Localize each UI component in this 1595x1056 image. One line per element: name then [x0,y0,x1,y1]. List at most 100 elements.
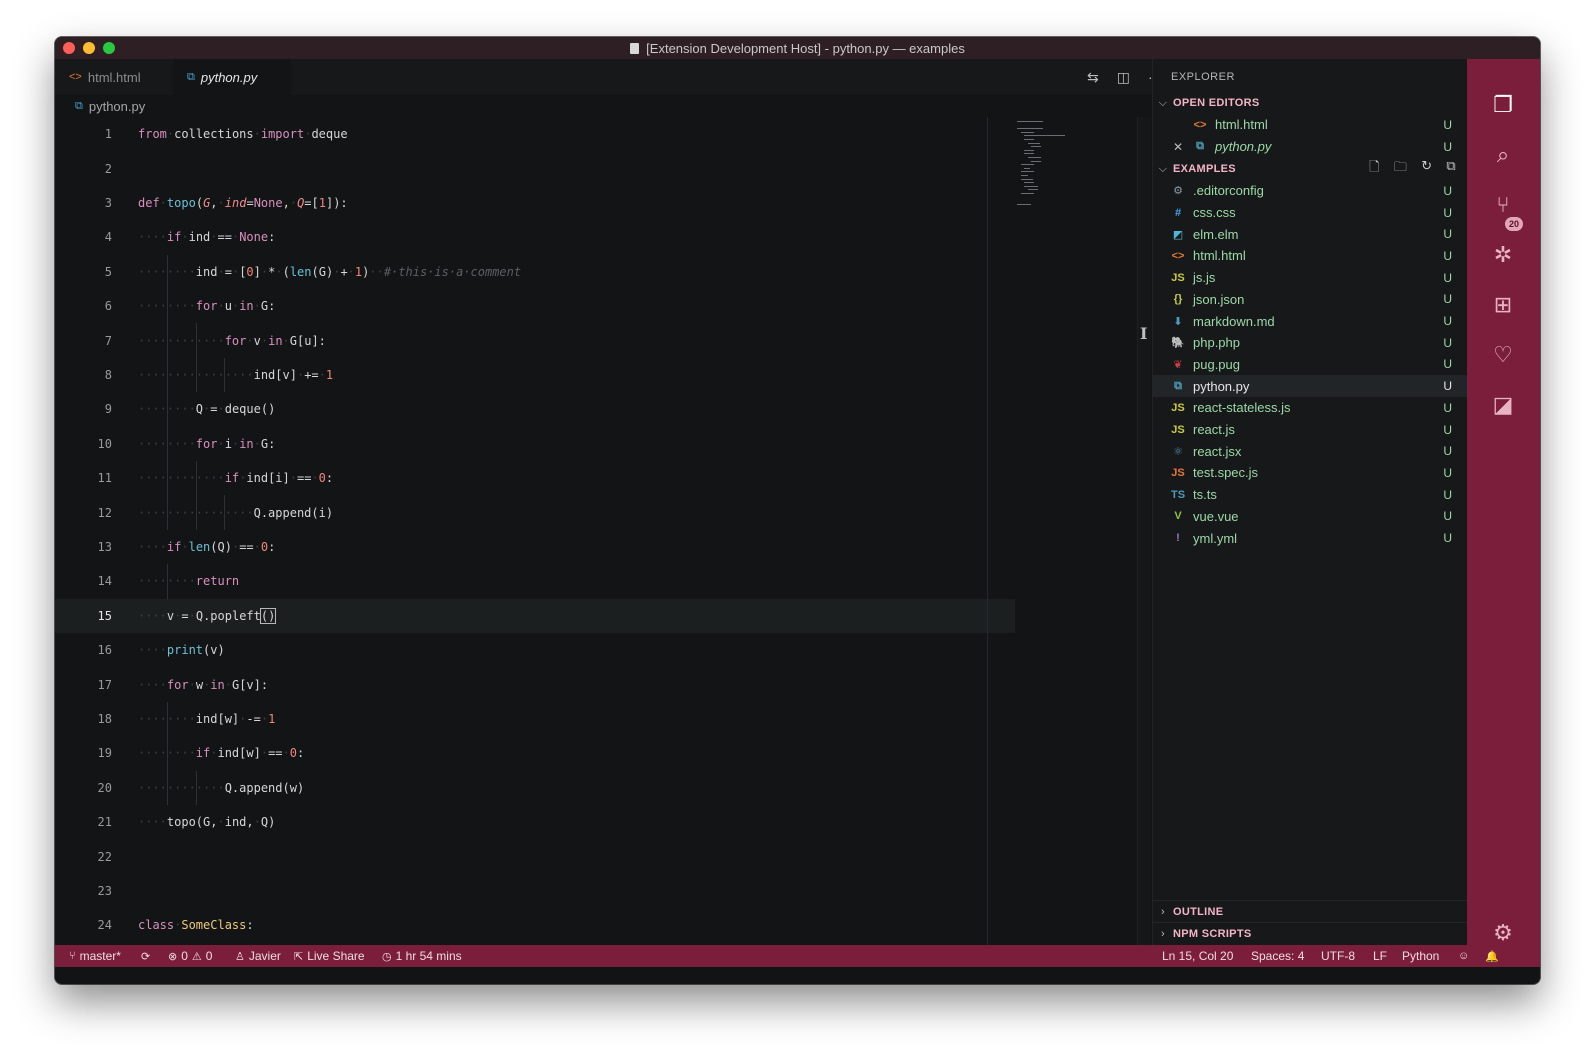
tab-python[interactable]: ⧉ python.py [173,59,291,95]
file-name: js.js [1193,270,1216,286]
file-tree-item[interactable]: TS ts.ts U [1153,484,1468,506]
code-line[interactable]: 2 [55,151,1015,185]
minimap-line [1020,131,1035,133]
live-share-icon[interactable]: ♡ [1489,341,1517,369]
minimap[interactable] [1017,117,1137,237]
code-line[interactable]: 17 ····for·w·in·G[v]: [55,667,1015,701]
js-file-icon: JS [1171,271,1185,284]
editor-group: <> html.html ⧉ python.py ⇆ ◫ ··· ⧉ pytho… [55,59,1170,945]
new-file-icon[interactable]: 🗋 [1369,158,1380,180]
feedback-button[interactable]: ☺ [1458,945,1469,967]
close-icon[interactable]: ✕ [1173,140,1183,154]
source-control-icon[interactable]: ⑂ [1489,191,1517,219]
code-text: ····if·ind·==·None: [138,230,276,245]
code-line[interactable]: 21 ····topo(G,·ind,·Q) [55,805,1015,839]
code-line[interactable]: 3 def·topo(G,·ind=None,·Q=[1]): [55,186,1015,220]
eol-status[interactable]: LF [1373,945,1387,967]
file-tree-item[interactable]: ⚛ react.jsx U [1153,440,1468,462]
code-line[interactable]: 18 ········ind[w]·-=·1 [55,702,1015,736]
file-tree-item[interactable]: ⧉ python.py U [1153,375,1468,397]
files-icon[interactable]: ❐ [1489,91,1517,119]
file-tree-item[interactable]: ⬇ markdown.md U [1153,310,1468,332]
search-icon[interactable]: ⌕ [1489,141,1517,169]
vertical-scrollbar[interactable] [1137,117,1151,945]
sync-button[interactable]: ⟳ [141,945,150,967]
file-tree-item[interactable]: # css.css U [1153,202,1468,224]
minimap-line [1027,142,1041,144]
indentation-status[interactable]: Spaces: 4 [1251,945,1304,967]
remote-icon[interactable]: ◪ [1489,391,1517,419]
chevron-down-icon: ⌵ [1158,96,1168,109]
tab-html[interactable]: <> html.html [55,59,173,95]
git-branch[interactable]: ⑂ master* [69,945,121,967]
gear-icon[interactable]: ⚙ [1489,919,1517,947]
css-file-icon: # [1174,206,1182,219]
file-tree-item[interactable]: Vvue.vue U [1153,506,1468,528]
code-line[interactable]: 13 ····if·len(Q)·==·0: [55,530,1015,564]
code-line[interactable]: 16 ····print(v) [55,633,1015,667]
file-tree-item[interactable]: <> html.html U [1153,245,1468,267]
line-number: 13 [97,539,112,554]
open-editor-item[interactable]: ✕ ⧉ python.py U [1153,136,1468,158]
file-tree-item[interactable]: JS react.js U [1153,419,1468,441]
examples-folder-header[interactable]: ⌵ EXAMPLES 🗋 🗀 ↻ ⧉ [1153,158,1468,180]
encoding-status[interactable]: UTF-8 [1321,945,1355,967]
code-line[interactable]: 8················ind[v]·+=·1 [55,358,1015,392]
line-number: 24 [97,918,112,933]
warning-icon: ⚠ [191,950,202,963]
code-line[interactable]: 20 ············Q.append(w) [55,771,1015,805]
new-folder-icon[interactable]: 🗀 [1394,158,1407,180]
refresh-icon[interactable]: ↻ [1421,158,1432,180]
code-line[interactable]: 11 ············if·ind[i]·==·0: [55,461,1015,495]
code-line[interactable]: 9 ········Q·=·deque() [55,392,1015,426]
file-tree-item[interactable]: {} json.json U [1153,289,1468,311]
share-icon: ⇱ [294,950,304,963]
cursor-position[interactable]: Ln 15, Col 20 [1162,945,1233,967]
file-tree-item[interactable]: ◩ elm.elm U [1153,223,1468,245]
file-tree-item[interactable]: ❦ pug.pug U [1153,354,1468,376]
file-tree-item[interactable]: ! yml.yml U [1153,527,1468,549]
file-tree-item[interactable]: JS js.js U [1153,267,1468,289]
code-line[interactable]: 12················Q.append(i) [55,495,1015,529]
code-text: ········for·i·in·G: [138,436,276,451]
file-tree-item[interactable]: JS react-stateless.js U [1153,397,1468,419]
account-status[interactable]: ♙ Javier [235,945,281,967]
code-line[interactable]: 10 ········for·i·in·G: [55,427,1015,461]
problems-indicator[interactable]: ⊗ 0 ⚠ 0 [168,945,212,967]
open-changes-icon[interactable]: ⇆ [1087,69,1099,86]
file-tree-item[interactable]: JS test.spec.js U [1153,462,1468,484]
code-line[interactable]: 22 [55,839,1015,873]
file-name: yml.yml [1193,530,1238,546]
code-line[interactable]: 7 ············for·v·in·G[u]: [55,323,1015,357]
code-line[interactable]: 14 ········return [55,564,1015,598]
git-status-badge: U [1443,422,1452,437]
code-editor[interactable]: 1 from·collections·import·deque 2 3 def·topo… [55,117,1015,945]
live-share-status[interactable]: ⇱ Live Share [294,945,365,967]
extensions-icon[interactable]: ⊞ [1489,291,1517,319]
file-tree-item[interactable]: ⚙ .editorconfig U [1153,180,1468,202]
open-editors-header[interactable]: ⌵ OPEN EDITORS [1153,92,1468,114]
code-line[interactable]: 5 ········ind·=·[0]·*·(len(G)·+·1)··#·thi… [55,255,1015,289]
code-line[interactable]: 15 ····v·=·Q.popleft() [55,598,1015,633]
code-line[interactable]: 23 [55,874,1015,908]
code-line[interactable]: 6 ········for·u·in·G: [55,289,1015,323]
minimize-window-button[interactable] [83,42,95,54]
close-window-button[interactable] [63,42,75,54]
open-editor-item[interactable]: <> html.html U [1153,114,1468,136]
code-line[interactable]: 19 ········if·ind[w]·==·0: [55,736,1015,770]
zoom-window-button[interactable] [103,42,115,54]
collapse-all-icon[interactable]: ⧉ [1446,158,1456,180]
language-mode[interactable]: Python [1402,945,1439,967]
code-line[interactable]: 24 class·SomeClass: [55,908,1015,942]
debug-icon[interactable]: ✲ [1489,241,1517,269]
split-editor-icon[interactable]: ◫ [1117,69,1130,86]
code-text: ····if·len(Q)·==·0: [138,539,276,554]
outline-section-header[interactable]: › OUTLINE [1153,900,1468,922]
session-timer[interactable]: ◷ 1 hr 54 mins [382,945,462,967]
notifications-button[interactable]: 🔔 [1485,945,1499,967]
npm-scripts-section-header[interactable]: › NPM SCRIPTS [1153,922,1468,944]
code-line[interactable]: 1 from·collections·import·deque [55,117,1015,151]
code-line[interactable]: 4 ····if·ind·==·None: [55,220,1015,254]
file-tree-item[interactable]: 🐘 php.php U [1153,332,1468,354]
breadcrumb[interactable]: ⧉ python.py [75,95,145,117]
